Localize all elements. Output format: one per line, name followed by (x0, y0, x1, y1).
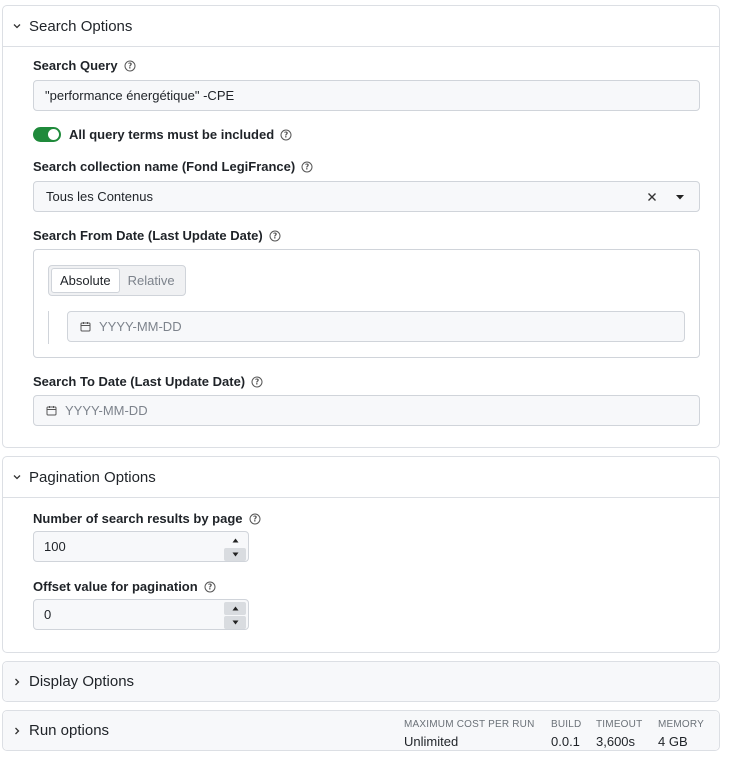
memory-stat: MEMORY 4 GB (658, 719, 705, 749)
chevron-down-icon (11, 471, 23, 483)
search-query-label: Search Query ? (33, 58, 136, 73)
run-options-section: Run options MAXIMUM COST PER RUN Unlimit… (2, 710, 720, 751)
search-query-input[interactable]: "performance énergétique" -CPE (33, 80, 700, 111)
section-title: Pagination Options (29, 468, 156, 486)
from-date-input[interactable]: YYYY-MM-DD (67, 311, 685, 342)
caret-up-icon (232, 538, 238, 543)
caret-down-icon (232, 620, 238, 625)
caret-down-icon[interactable] (675, 194, 685, 201)
svg-text:?: ? (255, 377, 259, 386)
svg-text:?: ? (284, 130, 288, 139)
section-title: Search Options (29, 17, 133, 35)
chevron-down-icon (11, 20, 23, 32)
chevron-right-icon (11, 725, 23, 737)
from-date-label: Search From Date (Last Update Date) ? (33, 228, 281, 243)
from-date-panel: Absolute Relative YYYY-MM-DD (33, 249, 700, 358)
svg-text:?: ? (252, 514, 256, 523)
results-per-page-input[interactable]: 100 (33, 531, 249, 562)
results-per-page-stepper (224, 534, 246, 561)
tab-absolute[interactable]: Absolute (51, 268, 120, 293)
svg-text:?: ? (208, 582, 212, 591)
collection-select[interactable]: Tous les Contenus (33, 181, 700, 212)
all-terms-label: All query terms must be included ? (69, 127, 292, 142)
search-options-header[interactable]: Search Options (3, 6, 719, 47)
caret-up-icon (232, 606, 238, 611)
results-per-page-label: Number of search results by page ? (33, 511, 261, 526)
help-icon[interactable]: ? (124, 60, 136, 72)
pagination-options-header[interactable]: Pagination Options (3, 457, 719, 498)
help-icon[interactable]: ? (204, 581, 216, 593)
calendar-icon (80, 322, 91, 332)
svg-text:?: ? (305, 162, 309, 171)
to-date-input[interactable]: YYYY-MM-DD (33, 395, 700, 426)
calendar-icon (46, 406, 57, 416)
chevron-right-icon (11, 676, 23, 688)
tab-relative[interactable]: Relative (120, 268, 183, 293)
display-options-header[interactable]: Display Options (3, 662, 719, 701)
help-icon[interactable]: ? (269, 230, 281, 242)
all-terms-toggle[interactable] (33, 127, 61, 142)
decrement-button[interactable] (224, 616, 246, 629)
max-cost-stat: MAXIMUM COST PER RUN Unlimited (404, 719, 535, 749)
collection-label: Search collection name (Fond LegiFrance)… (33, 159, 313, 174)
clear-icon[interactable] (647, 192, 657, 202)
offset-stepper (224, 602, 246, 629)
offset-input[interactable]: 0 (33, 599, 249, 630)
decrement-button[interactable] (224, 548, 246, 561)
date-mode-switch: Absolute Relative (48, 265, 186, 296)
build-stat: BUILD 0.0.1 (551, 719, 582, 749)
to-date-label: Search To Date (Last Update Date) ? (33, 374, 263, 389)
caret-down-icon (232, 552, 238, 557)
section-title: Display Options (29, 673, 135, 690)
help-icon[interactable]: ? (249, 513, 261, 525)
indent-divider (48, 311, 49, 344)
increment-button[interactable] (224, 602, 246, 615)
section-title: Run options (29, 722, 110, 739)
timeout-stat: TIMEOUT 3,600s (596, 719, 643, 749)
display-options-section: Display Options (2, 661, 720, 702)
svg-text:?: ? (127, 61, 131, 70)
help-icon[interactable]: ? (251, 376, 263, 388)
svg-text:?: ? (273, 231, 277, 240)
increment-button[interactable] (224, 534, 246, 547)
offset-label: Offset value for pagination ? (33, 579, 216, 594)
help-icon[interactable]: ? (301, 161, 313, 173)
search-options-section: Search Options Search Query ? "performan… (2, 5, 720, 448)
pagination-options-section: Pagination Options Number of search resu… (2, 456, 720, 653)
help-icon[interactable]: ? (280, 129, 292, 141)
